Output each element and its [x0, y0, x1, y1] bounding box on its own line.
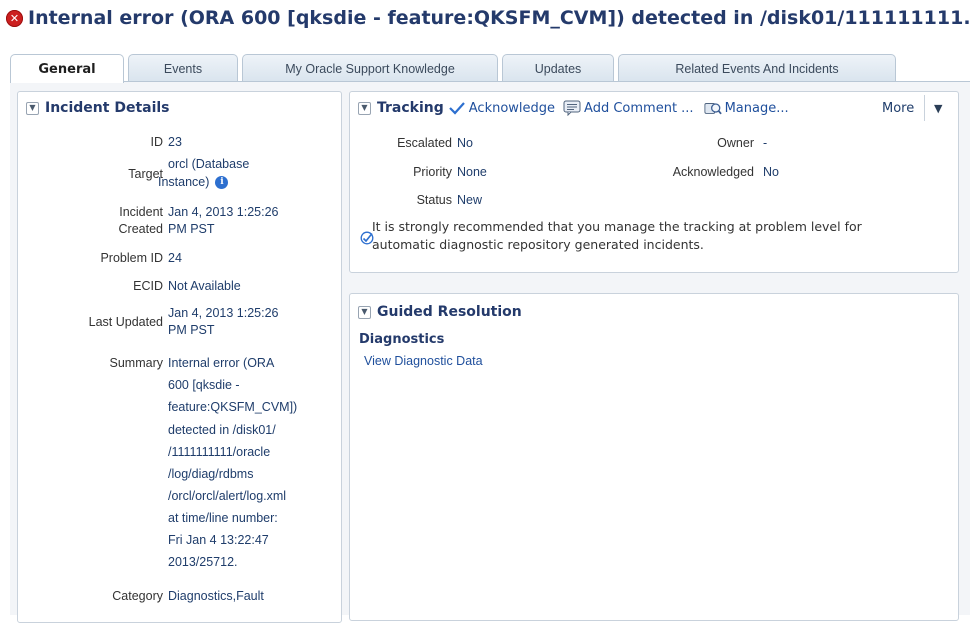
summary-line: 600 [qksdie - [168, 378, 240, 392]
summary-line: 2013/25712. [168, 555, 238, 569]
tracking-note-line-2: automatic diagnostic repository generate… [372, 237, 704, 252]
tab-divider [10, 81, 970, 82]
target-value-line-2: Instance) i [158, 174, 229, 191]
category-label: Category [112, 589, 163, 603]
acknowledged-value: No [763, 165, 779, 179]
id-value: 23 [168, 135, 182, 149]
last-updated-value-line-1: Jan 4, 2013 1:25:26 [168, 306, 279, 320]
summary-line: detected in /disk01/ [168, 423, 276, 437]
ecid-label: ECID [133, 279, 163, 293]
target-value-line-1[interactable]: orcl (Database [168, 156, 249, 173]
incident-details-panel: ▼ Incident Details ID 23 Target orcl (Da… [17, 91, 342, 623]
summary-line: /orcl/orcl/alert/log.xml [168, 489, 287, 503]
summary-label: Summary [109, 356, 163, 370]
acknowledged-label: Acknowledged [672, 165, 754, 179]
incident-created-value-line-1: Jan 4, 2013 1:25:26 [168, 205, 279, 219]
tracking-note-line-1: It is strongly recommended that you mana… [372, 219, 862, 234]
ecid-value: Not Available [168, 279, 241, 293]
target-value-instance[interactable]: Instance) [158, 175, 209, 189]
incident-details-fields: ID 23 Target orcl (Database Instance) i I… [18, 92, 341, 622]
owner-label: Owner [717, 136, 754, 150]
incident-created-label-line-1: Incident [119, 205, 163, 219]
tracking-panel: ▼ Tracking Acknowledge Add Comment ... M… [349, 91, 959, 273]
guided-resolution-title: Guided Resolution [377, 304, 522, 320]
problem-id-label: Problem ID [100, 251, 163, 265]
escalated-label: Escalated [397, 136, 452, 150]
guided-resolution-header[interactable]: ▼ Guided Resolution [358, 302, 522, 322]
summary-line: /1111111111/oracle [168, 445, 271, 459]
id-label: ID [150, 135, 164, 149]
incident-created-value-line-2: PM PST [168, 222, 215, 236]
summary-line: at time/line number: [168, 511, 278, 525]
tab-updates[interactable]: Updates [502, 54, 614, 82]
tab-related-events-and-incidents[interactable]: Related Events And Incidents [618, 54, 896, 82]
incident-created-label-line-2: Created [118, 222, 163, 236]
last-updated-value-line-2: PM PST [168, 323, 215, 337]
category-value: Diagnostics,Fault [168, 589, 264, 603]
diagnostics-heading: Diagnostics [359, 332, 445, 347]
priority-label: Priority [413, 165, 452, 179]
summary-line: Fri Jan 4 13:22:47 [168, 533, 269, 547]
guided-resolution-panel: ▼ Guided Resolution Diagnostics View Dia… [349, 293, 959, 621]
status-value: New [457, 193, 483, 207]
page-title: Internal error (ORA 600 [qksdie - featur… [28, 7, 970, 29]
error-icon: ✕ [6, 9, 23, 27]
status-label: Status [416, 193, 452, 207]
problem-id-value[interactable]: 24 [168, 250, 182, 267]
tab-general[interactable]: General [10, 54, 124, 83]
summary-line: /log/diag/rdbms [168, 467, 254, 481]
owner-value: - [763, 136, 768, 150]
summary-line: feature:QKSFM_CVM]) [168, 400, 298, 414]
priority-value: None [457, 165, 487, 179]
window-title-bar: ✕ Internal error (ORA 600 [qksdie - feat… [6, 4, 970, 32]
view-diagnostic-data-link[interactable]: View Diagnostic Data [364, 354, 483, 368]
tracking-note: It is strongly recommended that you mana… [360, 219, 950, 259]
last-updated-label: Last Updated [88, 315, 163, 329]
info-icon[interactable]: i [215, 176, 229, 190]
escalated-value: No [457, 136, 473, 150]
collapse-icon[interactable]: ▼ [358, 305, 371, 319]
tab-my-oracle-support-knowledge[interactable]: My Oracle Support Knowledge [242, 54, 498, 82]
tab-events[interactable]: Events [128, 54, 238, 82]
tab-bar: General Events My Oracle Support Knowled… [10, 54, 970, 83]
summary-line: Internal error (ORA [168, 356, 275, 370]
